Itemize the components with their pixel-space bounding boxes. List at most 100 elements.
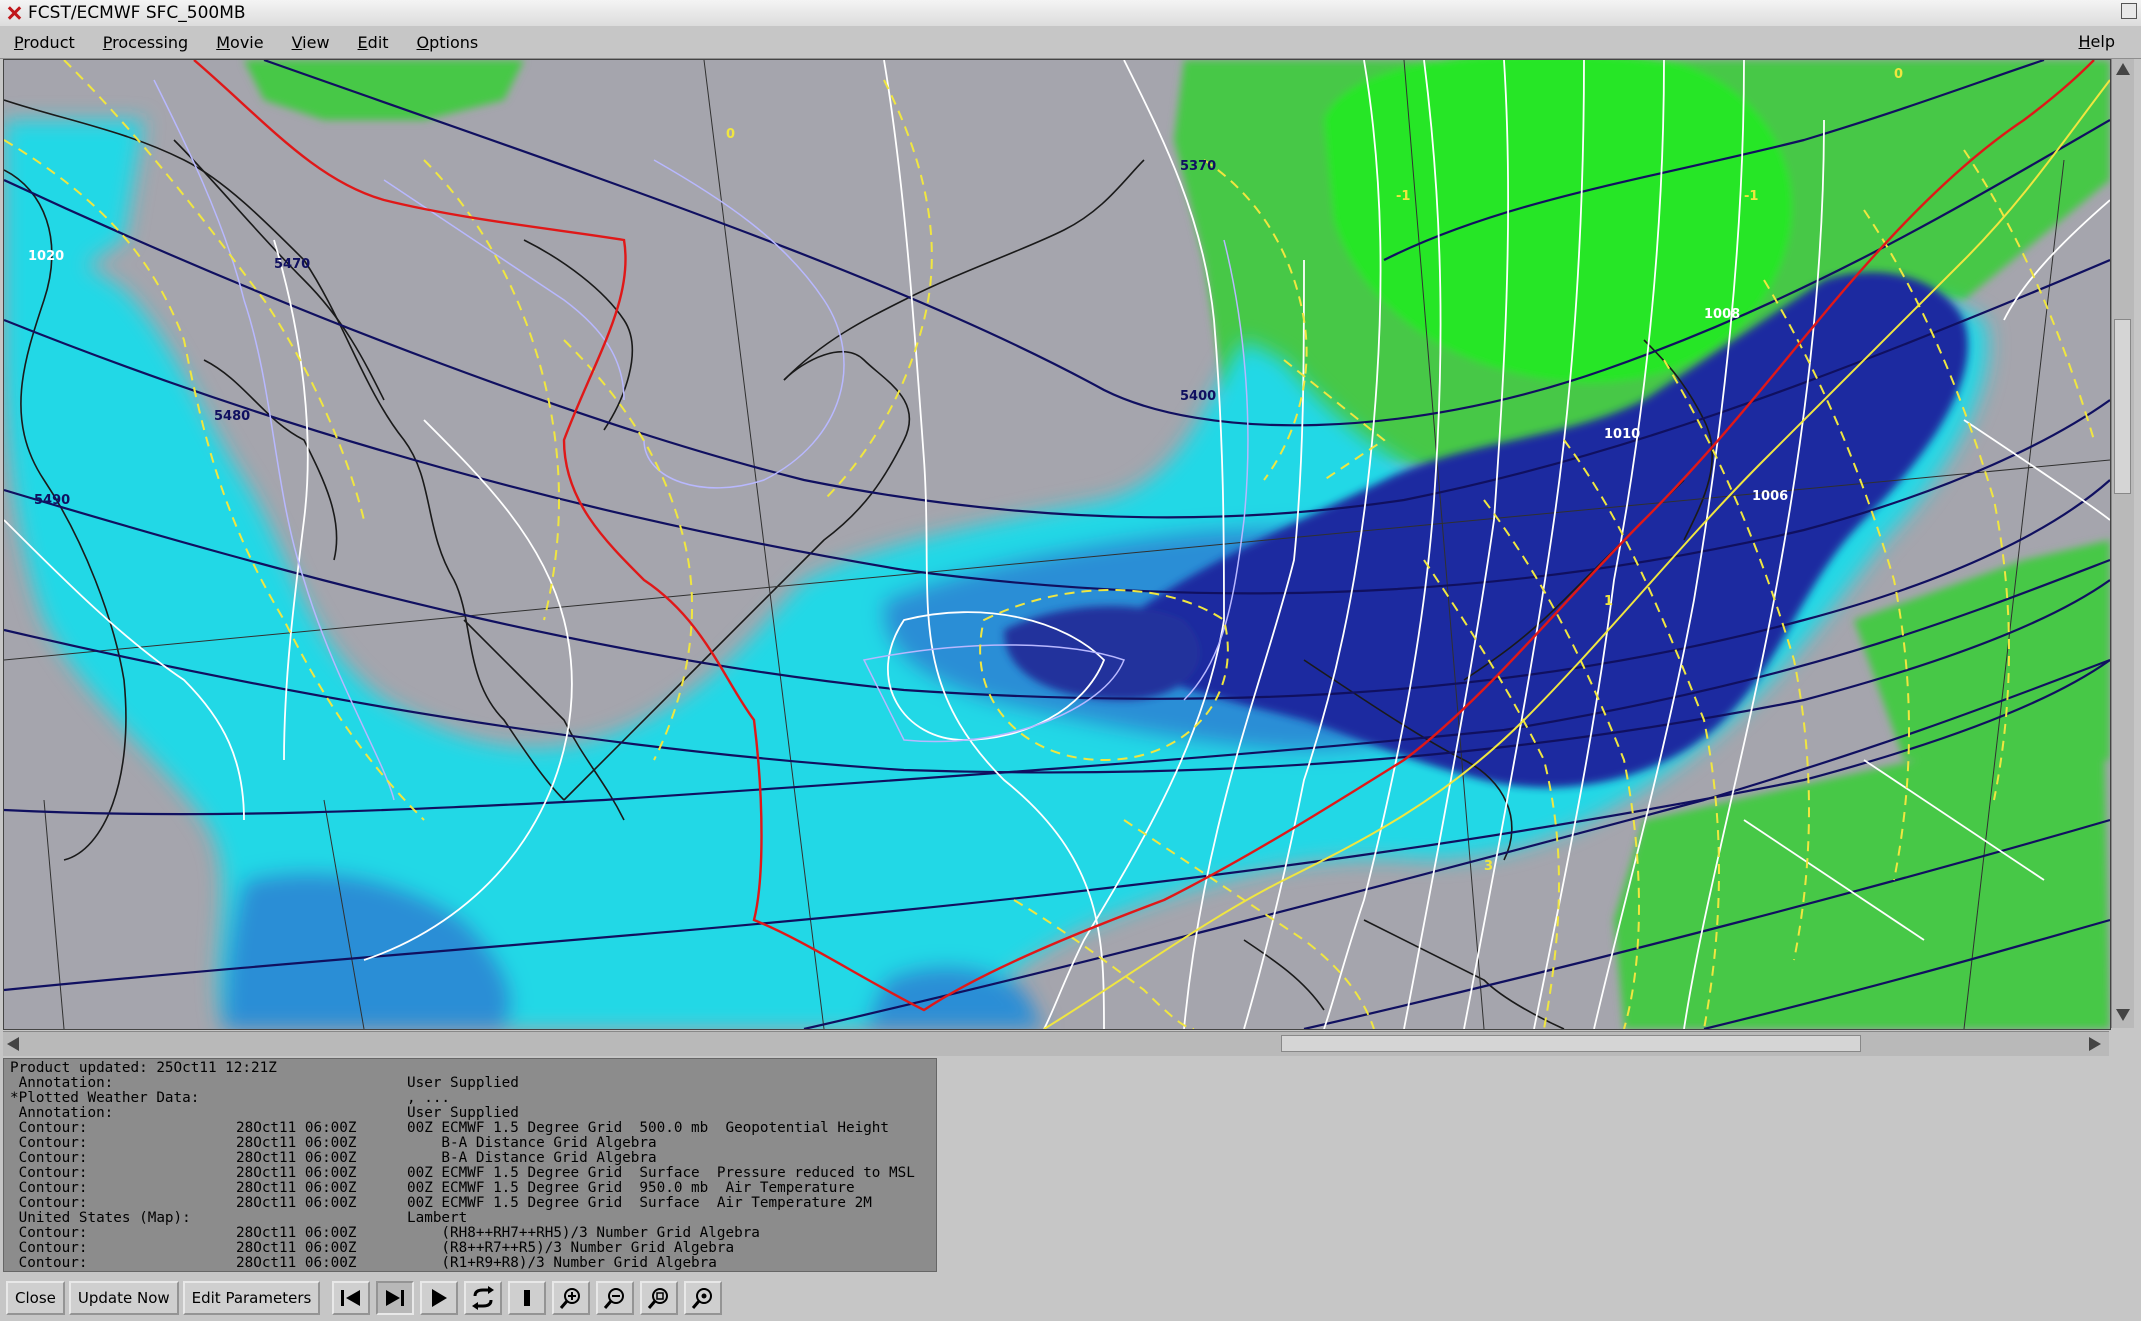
layer-type: Contour: [10, 1195, 88, 1211]
vertical-scroll-thumb[interactable] [2114, 319, 2131, 494]
layer-type: Contour: [10, 1150, 88, 1166]
layer-valid-time: 28Oct11 06:00Z [236, 1135, 357, 1151]
layer-type: Contour: [10, 1135, 88, 1151]
product-layer-row: Contour: 28Oct11 06:00Z 00Z ECMWF 1.5 Degr… [10, 1196, 930, 1211]
x-app-icon [4, 3, 24, 23]
layer-type: Contour: [10, 1255, 88, 1271]
product-layer-row: Contour: 28Oct11 06:00Z 00Z ECMWF 1.5 Degr… [10, 1166, 930, 1181]
menu-options[interactable]: Options [403, 33, 493, 52]
label-1008: 1008 [1704, 307, 1740, 322]
menu-help[interactable]: Help [2065, 32, 2129, 51]
label-5470: 5470 [274, 257, 310, 272]
menu-mnemonic: P [14, 32, 24, 52]
loop-button[interactable] [464, 1281, 503, 1315]
layer-description: 00Z ECMWF 1.5 Degree Grid Surface Pressu… [407, 1165, 915, 1181]
layer-valid-time: 28Oct11 06:00Z [236, 1240, 357, 1256]
product-layer-list: Annotation: User Supplied *Plotted Weather… [10, 1076, 930, 1271]
product-info-panel: Product updated: 25Oct11 12:21Z Annotati… [3, 1058, 937, 1272]
window-maximize-button[interactable] [2121, 3, 2137, 19]
menu-label: ptions [429, 32, 479, 52]
layer-type: Annotation: [10, 1105, 114, 1121]
menu-mnemonic: O [416, 32, 430, 52]
zoom-out-icon [604, 1288, 625, 1309]
label-1006: 1006 [1752, 489, 1788, 504]
last-frame-button[interactable] [376, 1281, 415, 1315]
layer-valid-time: 28Oct11 06:00Z [236, 1195, 357, 1211]
scroll-down-icon[interactable] [2116, 1009, 2130, 1021]
product-layer-row: Contour: 28Oct11 06:00Z (RH8++RH7++RH5)/3… [10, 1226, 930, 1241]
menu-mnemonic: V [291, 32, 303, 52]
menu-product[interactable]: Product [0, 33, 89, 52]
edit-parameters-button[interactable]: Edit Parameters [182, 1281, 321, 1315]
product-layer-row: Annotation: User Supplied [10, 1106, 930, 1121]
label-minus1-b: -1 [1744, 189, 1758, 204]
scroll-right-icon[interactable] [2089, 1037, 2101, 1051]
layer-type: United States (Map): [10, 1210, 191, 1226]
first-frame-button[interactable] [332, 1281, 371, 1315]
play-button[interactable] [420, 1281, 459, 1315]
layer-valid-time [236, 1091, 407, 1106]
horizontal-scrollbar[interactable] [3, 1031, 2109, 1056]
layer-type: Contour: [10, 1240, 88, 1256]
zoom-in-icon [560, 1288, 581, 1309]
loop-icon [472, 1286, 495, 1310]
label-0-b: 0 [1894, 67, 1903, 82]
menu-processing[interactable]: Processing [89, 33, 202, 52]
menu-mnemonic: M [216, 32, 231, 52]
layer-valid-time: 28Oct11 06:00Z [236, 1255, 357, 1271]
label-1: 1 [1604, 594, 1613, 609]
layer-type: Contour: [10, 1120, 88, 1136]
menu-label: rocessing [112, 32, 189, 52]
layer-valid-time: 28Oct11 06:00Z [236, 1150, 357, 1166]
menu-movie[interactable]: Movie [202, 33, 277, 52]
layer-valid-time [236, 1106, 407, 1121]
label-1010: 1010 [1604, 427, 1640, 442]
scroll-left-icon[interactable] [7, 1037, 19, 1051]
menu-label: iew [302, 32, 330, 52]
zoom-in-button[interactable] [552, 1281, 591, 1315]
product-layer-row: Contour: 28Oct11 06:00Z 00Z ECMWF 1.5 Degr… [10, 1121, 930, 1136]
scroll-up-icon[interactable] [2116, 63, 2130, 75]
layer-valid-time [236, 1211, 407, 1226]
label-1020: 1020 [28, 249, 64, 264]
layer-description: User Supplied [407, 1105, 519, 1121]
label-5400: 5400 [1180, 389, 1216, 404]
stop-icon [524, 1290, 531, 1306]
layer-valid-time: 28Oct11 06:00Z [236, 1165, 357, 1181]
menu-label: roduct [23, 32, 75, 52]
last-frame-icon [386, 1290, 405, 1306]
layer-valid-time: 28Oct11 06:00Z [236, 1180, 357, 1196]
layer-type: *Plotted Weather Data: [10, 1090, 200, 1106]
layer-description: (R8++R7++R5)/3 Number Grid Algebra [407, 1240, 735, 1256]
zoom-out-button[interactable] [596, 1281, 635, 1315]
product-layer-row: *Plotted Weather Data: , ... [10, 1091, 930, 1106]
menu-label: elp [2090, 32, 2115, 51]
menu-edit[interactable]: Edit [344, 33, 403, 52]
layer-type: Annotation: [10, 1075, 114, 1091]
menu-mnemonic: E [357, 32, 368, 52]
product-layer-row: Contour: 28Oct11 06:00Z B-A Distance Grid… [10, 1136, 930, 1151]
vertical-scrollbar[interactable] [2111, 59, 2134, 1028]
menu-view[interactable]: View [278, 33, 344, 52]
layer-description: B-A Distance Grid Algebra [407, 1150, 657, 1166]
update-now-button[interactable]: Update Now [68, 1281, 179, 1315]
menu-label: dit [367, 32, 389, 52]
stop-button[interactable] [508, 1281, 547, 1315]
zoom-reset-button[interactable] [684, 1281, 723, 1315]
horizontal-scroll-thumb[interactable] [1281, 1035, 1861, 1052]
close-button[interactable]: Close [6, 1281, 65, 1315]
layer-description: User Supplied [407, 1075, 519, 1091]
map-canvas: 1020 5470 5480 5490 5370 5400 1008 1010 … [4, 60, 2110, 1029]
weather-map[interactable]: 1020 5470 5480 5490 5370 5400 1008 1010 … [3, 59, 2111, 1030]
menu-mnemonic: H [2078, 32, 2091, 51]
layer-description: (R1+R9+R8)/3 Number Grid Algebra [407, 1255, 717, 1271]
layer-description: 00Z ECMWF 1.5 Degree Grid Surface Air Te… [407, 1195, 872, 1211]
menu-mnemonic: P [102, 32, 113, 52]
layer-description: Lambert [407, 1210, 468, 1226]
layer-description: 00Z ECMWF 1.5 Degree Grid 500.0 mb Geopo… [407, 1120, 890, 1136]
product-layer-row: Contour: 28Oct11 06:00Z (R8++R7++R5)/3 Nu… [10, 1241, 930, 1256]
layer-description: , ... [407, 1090, 451, 1106]
layer-type: Contour: [10, 1225, 88, 1241]
layer-description: 00Z ECMWF 1.5 Degree Grid 950.0 mb Air T… [407, 1180, 855, 1196]
zoom-region-button[interactable] [640, 1281, 679, 1315]
